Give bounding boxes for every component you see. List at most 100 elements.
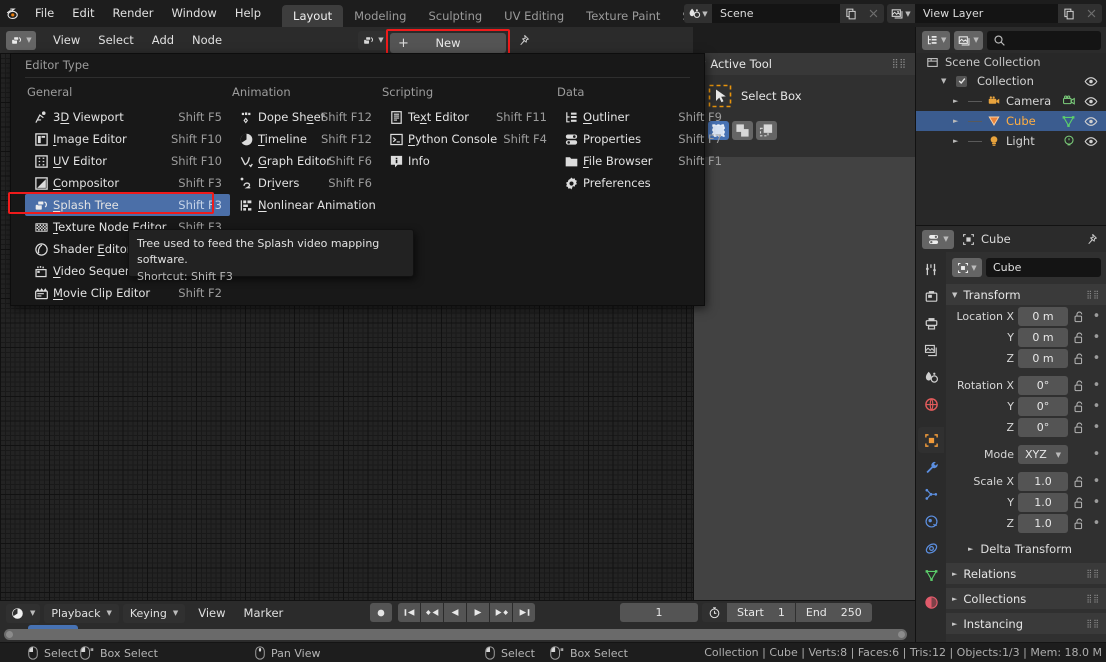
panel-header-collections[interactable]: ► Collections ⣿⣿ [946,588,1106,609]
animate-property-dot[interactable]: • [1090,400,1103,413]
chevron-right-icon[interactable]: ► [953,97,963,105]
record-icon[interactable] [370,603,392,622]
object-tab[interactable] [918,427,944,453]
eye-icon[interactable] [1084,116,1098,127]
frame-end-field[interactable]: End 250 [795,603,872,622]
eye-icon[interactable] [1084,76,1098,87]
editor-type-item-outliner[interactable]: Outliner Shift F9 [555,106,730,128]
modifier-tab[interactable] [918,454,944,480]
field-value[interactable]: 1.0 [1018,514,1068,533]
constraints-tab[interactable] [918,535,944,561]
lock-open-icon[interactable] [1072,311,1086,323]
field-value[interactable]: 0 m [1018,307,1068,326]
particles-tab[interactable] [918,481,944,507]
panel-header-relations[interactable]: ► Relations ⣿⣿ [946,563,1106,584]
pin-icon[interactable] [1085,233,1098,246]
scene-tab[interactable] [918,364,944,390]
editor-type-item-image-editor[interactable]: Image Editor Shift F10 [25,128,230,150]
view-layer-datablock[interactable]: ▼ View Layer [887,4,1102,23]
editor-type-item-3d-viewport[interactable]: 3D Viewport Shift F5 [25,106,230,128]
light-data-icon[interactable] [1062,134,1076,148]
node-menu-add[interactable]: Add [143,30,183,51]
next-keyframe-icon[interactable] [490,603,512,622]
animate-property-dot[interactable]: • [1090,379,1103,392]
node-menu-node[interactable]: Node [183,30,231,51]
top-menu-render[interactable]: Render [104,3,163,24]
node-tree-icon[interactable]: ▼ [358,30,388,50]
eye-icon[interactable] [1084,96,1098,107]
animate-property-dot[interactable]: • [1090,310,1103,323]
tool-tab[interactable] [918,256,944,282]
animate-property-dot[interactable]: • [1090,475,1103,488]
blender-logo-icon[interactable] [0,0,26,27]
outliner-row-light[interactable]: ► Light [916,131,1106,151]
prev-keyframe-icon[interactable] [421,603,443,622]
material-tab[interactable] [918,589,944,615]
delta-transform-header[interactable]: ► Delta Transform [946,538,1106,559]
timeline-editor-icon[interactable]: ▼ [6,603,41,623]
editor-type-item-timeline[interactable]: Timeline Shift F12 [230,128,380,150]
pin-icon[interactable] [517,34,530,47]
animate-property-dot[interactable]: • [1090,331,1103,344]
chevron-right-icon[interactable]: ► [953,137,963,145]
editor-type-item-nonlinear-animation[interactable]: Nonlinear Animation [230,194,380,216]
animate-property-dot[interactable]: • [1090,421,1103,434]
extend-mode-button[interactable] [732,121,753,140]
field-value[interactable]: 0 m [1018,349,1068,368]
top-menu-edit[interactable]: Edit [63,3,103,24]
render-tab[interactable] [918,283,944,309]
lock-open-icon[interactable] [1072,518,1086,530]
new-node-tree-button[interactable]: + New [390,33,506,53]
current-frame-field[interactable]: 1 [620,603,698,622]
field-value[interactable]: 1.0 [1018,472,1068,491]
field-value[interactable]: 0° [1018,418,1068,437]
editor-type-item-properties[interactable]: Properties Shift F7 [555,128,730,150]
top-menu-help[interactable]: Help [226,3,270,24]
animate-property-dot[interactable]: • [1090,352,1103,365]
scrollbar-left-handle[interactable] [6,631,13,638]
animate-property-dot[interactable]: • [1090,517,1103,530]
outliner-empty-area[interactable] [916,177,1106,225]
field-value[interactable]: 0° [1018,397,1068,416]
world-tab[interactable] [918,391,944,417]
lock-open-icon[interactable] [1072,497,1086,509]
view-layer-icon[interactable]: ▼ [887,4,915,23]
editor-type-item-dope-sheet[interactable]: Dope Sheet Shift F12 [230,106,380,128]
chevron-down-icon[interactable]: ▼ [941,77,951,85]
lock-open-icon[interactable] [1072,380,1086,392]
new-copy-icon[interactable] [840,4,862,23]
field-value[interactable]: 1.0 [1018,493,1068,512]
outliner-row-collection[interactable]: ▼ Collection [916,71,1106,91]
node-editor-icon[interactable]: ▼ [6,30,36,50]
editor-type-item-text-editor[interactable]: Text Editor Shift F11 [380,106,555,128]
jump-start-icon[interactable] [398,603,420,622]
editor-type-item-file-browser[interactable]: File Browser Shift F1 [555,150,730,172]
play-reverse-icon[interactable] [444,603,466,622]
outliner-filter-icon[interactable]: ▼ [954,30,983,50]
field-value[interactable]: 0 m [1018,328,1068,347]
workspace-tab-layout[interactable]: Layout [282,5,344,27]
workspace-tab-sculpting[interactable]: Sculpting [417,5,493,27]
collection-checkbox[interactable] [956,75,967,87]
play-icon[interactable] [467,603,489,622]
workspace-tab-modeling[interactable]: Modeling [343,5,417,27]
editor-type-item-preferences[interactable]: Preferences [555,172,730,194]
workspace-tab-texture-paint[interactable]: Texture Paint [575,5,671,27]
timeline-menu-view[interactable]: View [189,604,234,623]
eye-icon[interactable] [1084,136,1098,147]
timeline-horizontal-scrollbar[interactable] [4,629,907,640]
data-tab[interactable] [918,562,944,588]
physics-tab[interactable] [918,508,944,534]
outliner-display-mode-icon[interactable]: ▼ [922,30,951,50]
close-icon[interactable] [1080,4,1102,23]
jump-end-icon[interactable] [513,603,535,622]
scrollbar-right-handle[interactable] [898,631,905,638]
editor-type-item-splash-tree[interactable]: Splash Tree Shift F3 [25,194,230,216]
editor-type-item-python-console[interactable]: Python Console Shift F4 [380,128,555,150]
properties-editor-icon[interactable]: ▼ [922,229,954,249]
editor-type-item-graph-editor[interactable]: Graph Editor Shift F6 [230,150,380,172]
node-menu-select[interactable]: Select [89,30,142,51]
lock-open-icon[interactable] [1072,401,1086,413]
frame-start-field[interactable]: Start 1 [727,603,795,622]
top-menu-file[interactable]: File [26,3,63,24]
